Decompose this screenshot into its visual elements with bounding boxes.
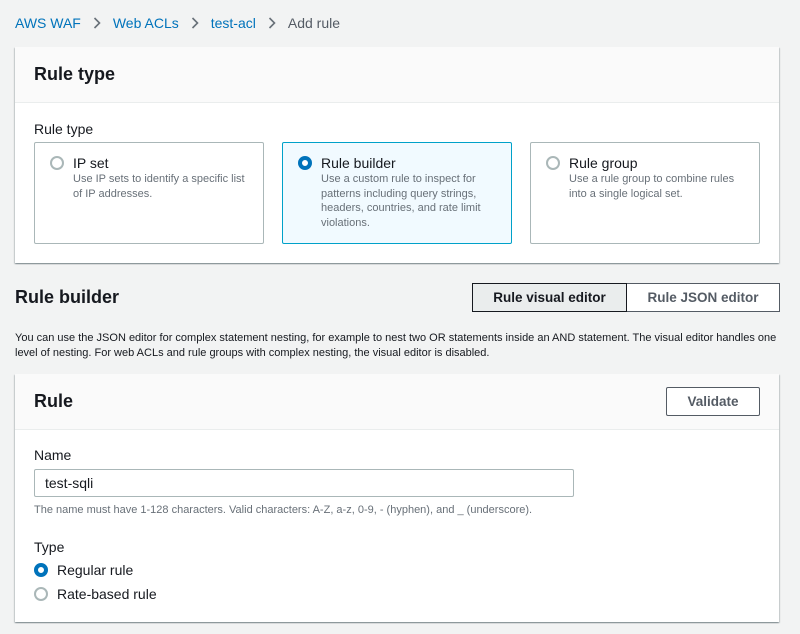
rule-builder-title: Rule builder bbox=[15, 287, 120, 307]
regular-rule-label: Regular rule bbox=[57, 562, 134, 578]
rule-type-field-label: Rule type bbox=[34, 121, 94, 137]
chevron-right-icon bbox=[268, 17, 276, 29]
breadcrumb-aws-waf[interactable]: AWS WAF bbox=[15, 15, 81, 31]
rule-type-panel-title: Rule type bbox=[34, 64, 116, 84]
breadcrumb: AWS WAF Web ACLs test-acl Add rule bbox=[15, 14, 340, 32]
validate-button[interactable]: Validate bbox=[666, 387, 760, 416]
rule-type-panel-header: Rule type bbox=[15, 47, 779, 103]
chevron-right-icon bbox=[93, 17, 101, 29]
breadcrumb-web-acls[interactable]: Web ACLs bbox=[113, 15, 179, 31]
tile-ip-set-title: IP set bbox=[73, 155, 109, 171]
rate-based-rule-radio[interactable] bbox=[34, 587, 48, 601]
rule-json-editor-button[interactable]: Rule JSON editor bbox=[627, 283, 780, 312]
rule-panel-title: Rule bbox=[34, 391, 74, 411]
name-constraint-hint: The name must have 1-128 characters. Val… bbox=[34, 504, 533, 516]
rate-based-rule-label: Rate-based rule bbox=[57, 586, 157, 602]
tile-rule-builder-description: Use a custom rule to inspect for pattern… bbox=[321, 173, 481, 229]
rule-builder-description: You can use the JSON editor for complex … bbox=[15, 332, 777, 359]
chevron-right-icon bbox=[191, 17, 199, 29]
rule-panel: Rule Validate Name The name must have 1-… bbox=[15, 374, 779, 622]
rule-name-input[interactable] bbox=[34, 469, 574, 497]
breadcrumb-test-acl[interactable]: test-acl bbox=[211, 15, 256, 31]
name-label: Name bbox=[34, 447, 72, 463]
ip-set-radio[interactable] bbox=[50, 156, 64, 170]
rule-panel-header: Rule Validate bbox=[15, 374, 779, 430]
tile-ip-set-description: Use IP sets to identify a specific list … bbox=[73, 173, 245, 200]
editor-toggle: Rule visual editor Rule JSON editor bbox=[472, 283, 780, 312]
rule-visual-editor-button[interactable]: Rule visual editor bbox=[472, 283, 627, 312]
tile-rule-builder-title: Rule builder bbox=[321, 155, 396, 171]
tile-rule-builder[interactable]: Rule builder Use a custom rule to inspec… bbox=[282, 142, 512, 244]
rule-type-panel: Rule type Rule type IP set Use IP sets t… bbox=[15, 47, 779, 263]
rule-builder-radio[interactable] bbox=[298, 156, 312, 170]
regular-rule-radio[interactable] bbox=[34, 563, 48, 577]
tile-rule-group-title: Rule group bbox=[569, 155, 638, 171]
breadcrumb-current: Add rule bbox=[287, 15, 341, 31]
tile-ip-set[interactable]: IP set Use IP sets to identify a specifi… bbox=[34, 142, 264, 244]
rule-group-radio[interactable] bbox=[546, 156, 560, 170]
tile-rule-group-description: Use a rule group to combine rules into a… bbox=[569, 173, 735, 200]
regular-rule-option[interactable]: Regular rule bbox=[34, 562, 133, 578]
rate-based-rule-option[interactable]: Rate-based rule bbox=[34, 586, 157, 602]
type-label: Type bbox=[34, 539, 65, 555]
tile-rule-group[interactable]: Rule group Use a rule group to combine r… bbox=[530, 142, 760, 244]
